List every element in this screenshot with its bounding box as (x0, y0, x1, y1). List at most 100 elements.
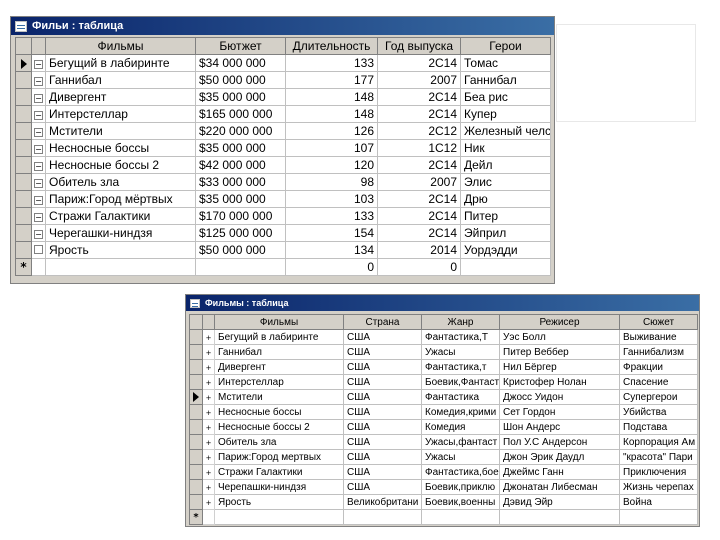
cell-budget[interactable]: $50 000 000 (195, 71, 286, 89)
column-header-budget[interactable]: Бютжет (195, 37, 286, 55)
record-selector[interactable] (15, 156, 32, 174)
column-header-heroes[interactable]: Герои (460, 37, 551, 55)
expand-toggle[interactable]: + (202, 449, 215, 465)
cell-plot[interactable]: Ганнибализм (619, 344, 698, 360)
cell-hero[interactable]: Железный челс (460, 122, 551, 140)
cell-country[interactable]: США (343, 344, 422, 360)
record-selector[interactable] (15, 105, 32, 123)
record-selector[interactable] (189, 494, 203, 510)
cell-film[interactable]: Несносные боссы 2 (45, 156, 196, 174)
expand-toggle[interactable]: + (202, 419, 215, 435)
cell-budget[interactable]: $35 000 000 (195, 190, 286, 208)
cell-country[interactable]: США (343, 449, 422, 465)
table-row[interactable]: + Обитель зла США Ужасы,фантаст Пол У.С … (189, 434, 698, 450)
record-selector[interactable] (189, 449, 203, 465)
cell-budget[interactable]: $170 000 000 (195, 207, 286, 225)
cell-country[interactable]: США (343, 419, 422, 435)
cell-plot[interactable]: Война (619, 494, 698, 510)
cell-plot[interactable]: Убийства (619, 404, 698, 420)
table-row[interactable]: − Интерстеллар $165 000 000 148 2С14 Куп… (15, 105, 551, 123)
cell-film[interactable]: Черегашки-ниндзя (45, 224, 196, 242)
cell-film[interactable]: Интерстеллар (45, 105, 196, 123)
record-selector[interactable] (189, 374, 203, 390)
table-row[interactable]: − Бегущий в лабиринте $34 000 000 133 2С… (15, 54, 551, 72)
cell-budget[interactable]: $33 000 000 (195, 173, 286, 191)
table-row[interactable]: − Париж:Город мёртвых $35 000 000 103 2С… (15, 190, 551, 208)
table-row[interactable]: + Ганнибал США Ужасы Питер Веббер Ганниб… (189, 344, 698, 360)
cell-film[interactable]: Париж:Город мертвых (214, 449, 344, 465)
cell-director[interactable]: Шон Андерс (499, 419, 620, 435)
table-row[interactable]: − Обитель зла $33 000 000 98 2007 Элис (15, 173, 551, 191)
expand-toggle[interactable]: + (202, 359, 215, 375)
expand-toggle[interactable]: − (31, 105, 46, 123)
cell-year[interactable]: 2С14 (377, 190, 461, 208)
cell-hero[interactable]: Томас (460, 54, 551, 72)
record-selector[interactable] (15, 139, 32, 157)
cell-film[interactable]: Черепашки-ниндзя (214, 479, 344, 495)
expand-toggle[interactable]: − (31, 71, 46, 89)
cell-director-new[interactable] (499, 509, 620, 525)
cell-genre[interactable]: Ужасы,фантаст (421, 434, 500, 450)
cell-year-new[interactable]: 0 (377, 258, 461, 276)
cell-plot[interactable]: "красота" Пари (619, 449, 698, 465)
cell-year[interactable]: 1С12 (377, 139, 461, 157)
cell-budget[interactable]: $42 000 000 (195, 156, 286, 174)
cell-film[interactable]: Ганнибал (45, 71, 196, 89)
cell-country[interactable]: США (343, 374, 422, 390)
cell-duration[interactable]: 177 (285, 71, 378, 89)
cell-genre[interactable]: Боевик,Фантаст (421, 374, 500, 390)
cell-duration[interactable]: 98 (285, 173, 378, 191)
cell-director[interactable]: Дэвид Эйр (499, 494, 620, 510)
cell-plot[interactable]: Супергерои (619, 389, 698, 405)
cell-genre[interactable]: Ужасы (421, 449, 500, 465)
expand-toggle[interactable]: − (31, 88, 46, 106)
new-record-row[interactable]: * 0 0 (15, 258, 551, 276)
cell-film[interactable]: Несносные боссы (214, 404, 344, 420)
table-row[interactable]: − Ганнибал $50 000 000 177 2007 Ганнибал (15, 71, 551, 89)
cell-film[interactable]: Ярость (45, 241, 196, 259)
expand-toggle[interactable]: − (31, 122, 46, 140)
cell-hero[interactable]: Ганнибал (460, 71, 551, 89)
expand-toggle[interactable]: + (202, 374, 215, 390)
cell-film[interactable]: Обитель зла (214, 434, 344, 450)
select-all-corner[interactable] (189, 314, 203, 330)
cell-year[interactable]: 2007 (377, 71, 461, 89)
expand-toggle[interactable]: − (31, 173, 46, 191)
cell-film[interactable]: Париж:Город мёртвых (45, 190, 196, 208)
cell-duration[interactable]: 126 (285, 122, 378, 140)
cell-director[interactable]: Джосс Уидон (499, 389, 620, 405)
cell-budget[interactable]: $35 000 000 (195, 88, 286, 106)
cell-duration[interactable]: 107 (285, 139, 378, 157)
cell-duration[interactable]: 148 (285, 88, 378, 106)
cell-genre-new[interactable] (421, 509, 500, 525)
record-selector[interactable] (189, 464, 203, 480)
cell-year[interactable]: 2007 (377, 173, 461, 191)
cell-genre[interactable]: Фантастика,Т (421, 329, 500, 345)
cell-country[interactable]: США (343, 389, 422, 405)
column-header-plot[interactable]: Сюжет (619, 314, 698, 330)
record-selector[interactable] (189, 479, 203, 495)
expand-toggle[interactable]: + (202, 494, 215, 510)
window-titlebar[interactable]: Фильмы : таблица (186, 295, 699, 311)
cell-budget[interactable]: $220 000 000 (195, 122, 286, 140)
cell-film[interactable]: Ярость (214, 494, 344, 510)
new-record-selector[interactable]: * (189, 509, 203, 525)
record-selector[interactable] (189, 434, 203, 450)
cell-film[interactable]: Бегущий в лабиринте (214, 329, 344, 345)
record-selector[interactable] (189, 329, 203, 345)
cell-director[interactable]: Джон Эрик Даудл (499, 449, 620, 465)
cell-director[interactable]: Пол У.С Андерсон (499, 434, 620, 450)
table-row[interactable]: − Стражи Галактики $170 000 000 133 2С14… (15, 207, 551, 225)
table-row[interactable]: + Стражи Галактики США Фантастика,бое Дж… (189, 464, 698, 480)
column-header-year[interactable]: Год выпуска (377, 37, 461, 55)
expand-toggle[interactable]: − (31, 224, 46, 242)
expand-toggle[interactable]: − (31, 207, 46, 225)
cell-director[interactable]: Питер Веббер (499, 344, 620, 360)
cell-director[interactable]: Сет Гордон (499, 404, 620, 420)
cell-duration-new[interactable]: 0 (285, 258, 378, 276)
expand-toggle[interactable]: − (31, 139, 46, 157)
cell-film-new[interactable] (45, 258, 196, 276)
cell-film[interactable]: Мстители (214, 389, 344, 405)
cell-budget-new[interactable] (195, 258, 286, 276)
cell-year[interactable]: 2С14 (377, 156, 461, 174)
